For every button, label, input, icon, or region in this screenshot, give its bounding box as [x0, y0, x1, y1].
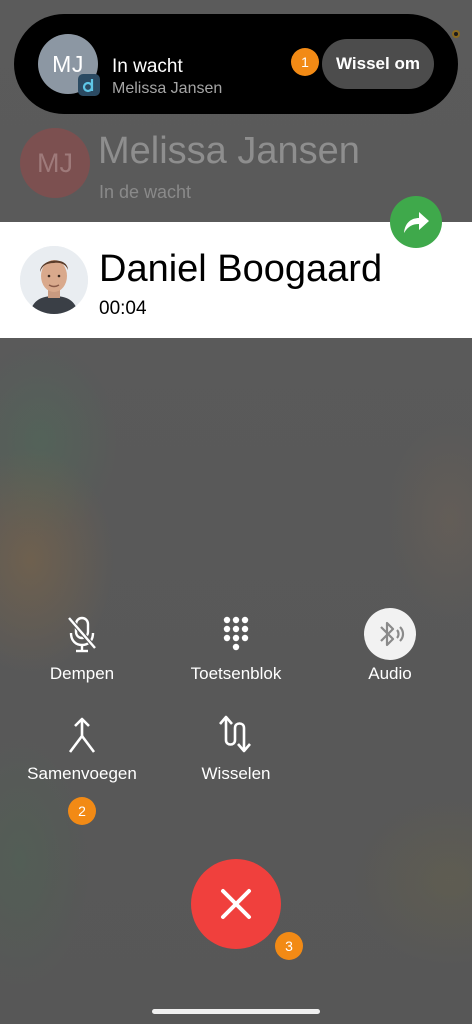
app-badge-icon: [78, 74, 100, 96]
swap-label: Wisselen: [201, 764, 271, 783]
swap-arrows-icon: [216, 714, 256, 759]
merge-arrows-icon: [64, 716, 100, 761]
bluetooth-audio-icon: [364, 608, 416, 660]
hangup-button[interactable]: [191, 859, 281, 949]
merge-label: Samenvoegen: [27, 764, 137, 783]
marker-2: 2: [68, 797, 96, 825]
home-indicator[interactable]: [152, 1009, 320, 1014]
dialpad-icon: [219, 614, 253, 659]
merge-control[interactable]: Samenvoegen: [12, 712, 152, 792]
banner-avatar-initials: MJ: [52, 50, 84, 77]
marker-1: 1: [291, 48, 319, 76]
swap-control[interactable]: Wisselen: [166, 712, 306, 792]
marker-3: 3: [275, 932, 303, 960]
call-duration: 00:04: [99, 298, 147, 319]
switch-call-button[interactable]: Wissel om: [322, 39, 434, 89]
forward-arrow-icon: [404, 212, 429, 233]
audio-control[interactable]: Audio: [320, 608, 460, 692]
held-call-avatar: MJ: [20, 128, 90, 198]
keypad-control[interactable]: Toetsenblok: [166, 612, 306, 692]
banner-caller-name: Melissa Jansen: [112, 80, 223, 97]
camera-indicator: [452, 30, 460, 38]
active-call-avatar: [20, 246, 88, 314]
held-call-name[interactable]: Melissa Jansen: [98, 130, 360, 173]
microphone-slash-icon: [64, 614, 100, 659]
forward-call-button[interactable]: [390, 196, 442, 248]
mute-control[interactable]: Dempen: [12, 612, 152, 692]
audio-label: Audio: [368, 664, 412, 683]
close-x-icon: [221, 889, 251, 919]
banner-status: In wacht: [112, 56, 183, 77]
active-call-name: Daniel Boogaard: [99, 248, 383, 290]
call-banner: MJ In wacht Melissa Jansen Wissel om: [14, 14, 458, 114]
mute-label: Dempen: [49, 664, 115, 683]
keypad-label: Toetsenblok: [190, 664, 282, 683]
held-avatar-initials: MJ: [37, 147, 73, 178]
held-call-status: In de wacht: [99, 182, 192, 202]
